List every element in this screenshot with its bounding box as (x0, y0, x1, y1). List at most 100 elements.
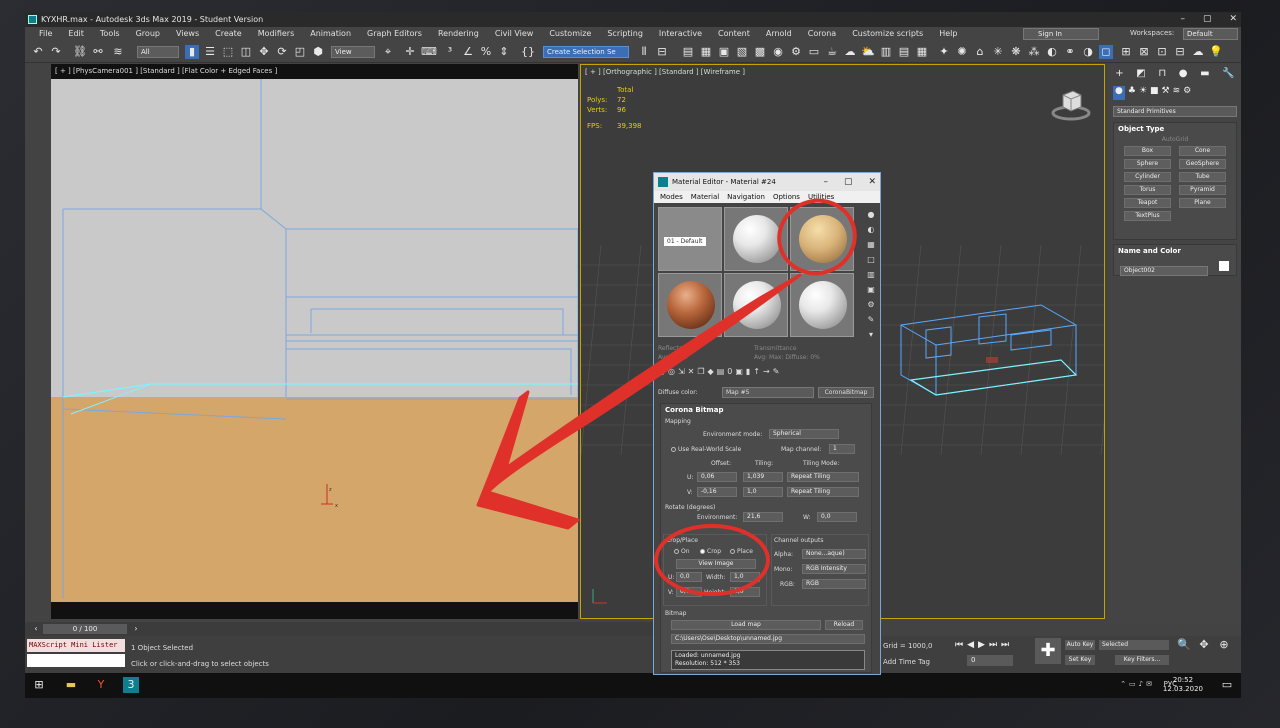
helpers-icon[interactable]: ⚒ (1162, 86, 1170, 100)
environment-rotate-input[interactable]: 21,6 (743, 512, 783, 522)
maxscript-listener-input[interactable]: MAXScript Mini Lister (27, 639, 125, 652)
env-mode-select[interactable]: Spherical (769, 429, 839, 439)
v-tiling-mode-select[interactable]: Repeat Tiling (787, 487, 859, 497)
corona-camera-icon[interactable]: ⌂ (973, 45, 987, 59)
render-iterative-icon[interactable]: ☁ (843, 45, 857, 59)
file-explorer-icon[interactable]: ▬ (63, 677, 79, 693)
menu-views[interactable]: Views (168, 27, 207, 41)
corona-volume-icon[interactable]: ⚭ (1063, 45, 1077, 59)
me-maximize-button[interactable]: ▢ (844, 173, 853, 191)
menu-corona[interactable]: Corona (800, 27, 844, 41)
workspace-select[interactable]: Default (1183, 28, 1238, 40)
windows-start-icon[interactable]: ⊞ (31, 677, 47, 693)
assign-material-icon[interactable]: ⇲ (678, 367, 688, 376)
corona-help-icon[interactable]: 💡 (1209, 45, 1223, 59)
pick-from-object-icon[interactable]: ✎ (773, 367, 783, 376)
menu-group[interactable]: Group (128, 27, 168, 41)
menu-arnold[interactable]: Arnold (758, 27, 800, 41)
material-editor-icon[interactable]: ◉ (771, 45, 785, 59)
map-channel-input[interactable]: 1 (829, 444, 855, 454)
menu-content[interactable]: Content (710, 27, 758, 41)
named-selection-set-select[interactable]: Create Selection Se (543, 46, 629, 58)
ribbon-icon[interactable]: ▣ (717, 45, 731, 59)
corona-material-icon[interactable]: ◑ (1081, 45, 1095, 59)
bitmap-path-field[interactable]: C:\Users\Ose\Desktop\unnamed.jpg (671, 634, 865, 644)
options-icon[interactable]: ⚙ (864, 297, 878, 312)
add-time-tag[interactable]: Add Time Tag (883, 658, 930, 666)
slot-scroll-down-icon[interactable]: ▾ (864, 327, 878, 342)
autogrid-checkbox[interactable]: AutoGrid (1114, 135, 1236, 144)
box-button[interactable]: Box (1124, 146, 1171, 156)
teapot-button[interactable]: Teapot (1124, 198, 1171, 208)
menu-edit[interactable]: Edit (60, 27, 92, 41)
lights-icon[interactable]: ☀ (1139, 86, 1147, 100)
pyramid-button[interactable]: Pyramid (1179, 185, 1226, 195)
material-slot-3[interactable] (790, 207, 854, 271)
cylinder-button[interactable]: Cylinder (1124, 172, 1171, 182)
menu-create[interactable]: Create (207, 27, 250, 41)
select-move-icon[interactable]: ✥ (257, 45, 271, 59)
geosphere-button[interactable]: GeoSphere (1179, 159, 1226, 169)
menu-civil-view[interactable]: Civil View (487, 27, 542, 41)
zoom-all-icon[interactable]: ✥ (1197, 638, 1211, 652)
playback-controls[interactable]: ⏮◀▶⏭⏭ (955, 640, 1013, 650)
create-tab-icon[interactable]: + (1115, 68, 1123, 82)
put-library-icon[interactable]: ▤ (717, 367, 728, 376)
corona-bitmap-title[interactable]: Corona Bitmap (665, 406, 723, 414)
keyboard-shortcut-icon[interactable]: ⌨ (421, 45, 437, 59)
select-scale-icon[interactable]: ◰ (293, 45, 307, 59)
corona-proxy-export-icon[interactable]: ⊟ (1173, 45, 1187, 59)
reference-coord-select[interactable]: View (331, 46, 375, 58)
menu-scripting[interactable]: Scripting (599, 27, 651, 41)
rect-selection-icon[interactable]: ⬚ (221, 45, 235, 59)
corona-vfb-icon[interactable]: ◻ (1099, 45, 1113, 59)
display-tab-icon[interactable]: ▬ (1200, 68, 1209, 82)
corona-scatter-icon[interactable]: ❋ (1009, 45, 1023, 59)
mono-select[interactable]: RGB Intensity (802, 564, 866, 574)
torus-button[interactable]: Torus (1124, 185, 1171, 195)
utilities-tab-icon[interactable]: 🔧 (1222, 68, 1234, 82)
make-preview-icon[interactable]: ▣ (864, 282, 878, 297)
copy-material-icon[interactable]: ❐ (697, 367, 707, 376)
reset-map-icon[interactable]: ✕ (688, 367, 698, 376)
video-color-icon[interactable]: ▥ (864, 267, 878, 282)
v-tiling-input[interactable]: 1,0 (743, 487, 783, 497)
corona-converter-icon[interactable]: ⊠ (1137, 45, 1151, 59)
cameras-icon[interactable]: ■ (1150, 86, 1159, 100)
close-button[interactable]: ✕ (1229, 12, 1237, 27)
edit-named-selection-icon[interactable]: {} (521, 45, 535, 59)
selection-filter-select[interactable]: All (137, 46, 179, 58)
shapes-icon[interactable]: ♣ (1128, 86, 1136, 100)
key-mode-icon[interactable]: ✚ (1035, 638, 1061, 664)
object-type-title[interactable]: Object Type (1114, 123, 1236, 135)
menu-modifiers[interactable]: Modifiers (250, 27, 303, 41)
maxscript-output-field[interactable] (27, 654, 125, 667)
corona-toolbar-icon-3[interactable]: ▦ (915, 45, 929, 59)
spinner-snap-icon[interactable]: ⇕ (497, 45, 511, 59)
show-in-viewport-icon[interactable]: ▣ (735, 367, 746, 376)
minimize-button[interactable]: – (1180, 12, 1185, 27)
ortho-viewport-label[interactable]: [ + ] [Orthographic ] [Standard ] [Wiref… (585, 68, 745, 76)
notifications-icon[interactable]: ▭ (1219, 677, 1235, 693)
crop-radio[interactable]: Crop (700, 548, 721, 555)
primitive-category-select[interactable]: Standard Primitives (1113, 106, 1237, 117)
v-offset-input[interactable]: -0,16 (697, 487, 737, 497)
select-rotate-icon[interactable]: ⟳ (275, 45, 289, 59)
snaps-toggle-icon[interactable]: ³ (443, 45, 457, 59)
menu-interactive[interactable]: Interactive (651, 27, 710, 41)
menu-help[interactable]: Help (931, 27, 965, 41)
real-world-scale-checkbox[interactable]: Use Real-World Scale (671, 446, 741, 453)
corona-fur-icon[interactable]: ⁂ (1027, 45, 1041, 59)
unlink-icon[interactable]: ⚯ (91, 45, 105, 59)
material-slot-2[interactable] (724, 207, 788, 271)
render-frame-icon[interactable]: ▭ (807, 45, 821, 59)
bind-spacewarp-icon[interactable]: ≋ (111, 45, 125, 59)
window-crossing-icon[interactable]: ◫ (239, 45, 253, 59)
align-icon[interactable]: ⊟ (655, 45, 669, 59)
u-tiling-input[interactable]: 1,039 (743, 472, 783, 482)
menu-graph-editors[interactable]: Graph Editors (359, 27, 430, 41)
rgb-select[interactable]: RGB (802, 579, 866, 589)
u-tiling-mode-select[interactable]: Repeat Tiling (787, 472, 859, 482)
set-key-button[interactable]: Set Key (1065, 655, 1095, 665)
undo-icon[interactable]: ↶ (31, 45, 45, 59)
